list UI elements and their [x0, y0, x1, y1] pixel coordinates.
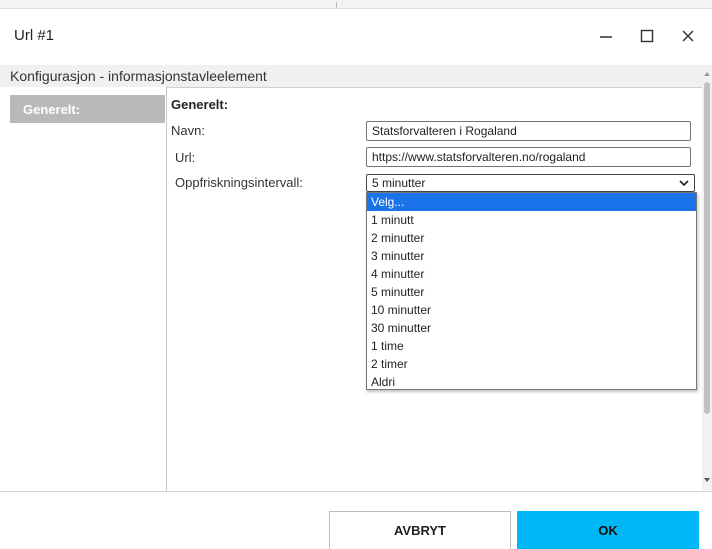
refresh-interval-dropdown: Velg... 1 minutt 2 minutter 3 minutter 4… [366, 192, 697, 390]
scroll-down-icon[interactable] [704, 478, 710, 482]
cancel-button[interactable]: AVBRYT [329, 511, 511, 549]
minimize-button[interactable] [592, 22, 620, 50]
sidebar-item-generelt[interactable]: Generelt: [10, 95, 165, 123]
close-icon [682, 30, 694, 42]
config-header: Konfigurasjon - informasjonstavleelement [0, 65, 712, 88]
top-strip [0, 0, 712, 9]
section-title: Generelt: [171, 97, 229, 112]
name-label: Navn: [171, 123, 205, 138]
dropdown-option[interactable]: 10 minutter [367, 301, 696, 319]
dropdown-option[interactable]: 1 time [367, 337, 696, 355]
dropdown-option[interactable]: 2 minutter [367, 229, 696, 247]
refresh-interval-value: 5 minutter [372, 176, 426, 190]
dropdown-option[interactable]: 1 minutt [367, 211, 696, 229]
dropdown-option[interactable]: 4 minutter [367, 265, 696, 283]
refresh-interval-label: Oppfriskningsintervall: [175, 175, 303, 190]
sidebar-item-label: Generelt: [23, 102, 81, 117]
url-field[interactable]: https://www.statsforvalteren.no/rogaland [366, 147, 691, 167]
maximize-button[interactable] [633, 22, 661, 50]
scrollbar[interactable] [702, 70, 712, 490]
close-button[interactable] [674, 22, 702, 50]
window-title: Url #1 [14, 27, 55, 44]
dropdown-option[interactable]: Velg... [367, 193, 696, 211]
scroll-up-icon[interactable] [704, 72, 710, 76]
refresh-interval-select[interactable]: 5 minutter [366, 174, 695, 192]
sidebar [0, 87, 167, 491]
dropdown-option[interactable]: 30 minutter [367, 319, 696, 337]
ok-button[interactable]: OK [517, 511, 699, 549]
config-header-title: Konfigurasjon - informasjonstavleelement [10, 68, 267, 84]
scrollbar-thumb[interactable] [704, 82, 710, 414]
dropdown-option[interactable]: 3 minutter [367, 247, 696, 265]
dropdown-option[interactable]: Aldri [367, 373, 696, 391]
chevron-down-icon [679, 180, 689, 187]
footer-divider [0, 491, 712, 492]
maximize-icon [640, 29, 654, 43]
dropdown-option[interactable]: 5 minutter [367, 283, 696, 301]
url-label: Url: [175, 150, 196, 165]
minimize-icon [600, 36, 612, 38]
dropdown-option[interactable]: 2 timer [367, 355, 696, 373]
name-field[interactable]: Statsforvalteren i Rogaland [366, 121, 691, 141]
